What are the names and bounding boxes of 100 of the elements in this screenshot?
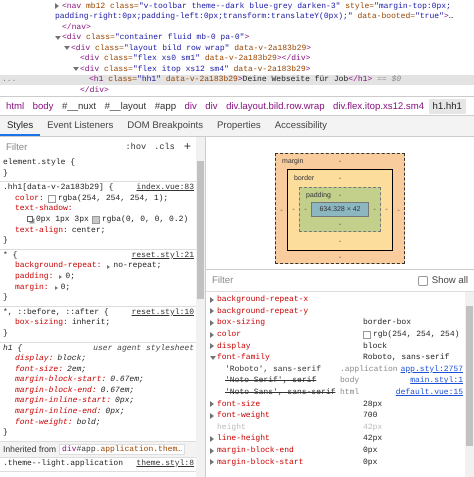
computed-value: 0px (363, 458, 378, 467)
css-value[interactable]: rgba(254, 254, 254, 1); (58, 194, 168, 204)
css-property[interactable]: margin-block-end: (15, 386, 97, 396)
new-rule-button[interactable]: + (178, 140, 196, 154)
css-value[interactable]: inherit; (72, 318, 110, 329)
expand-triangle-icon[interactable] (59, 275, 62, 280)
css-property[interactable]: font-weight: (15, 418, 73, 428)
scrollbar-thumb[interactable] (466, 306, 473, 446)
color-swatch[interactable] (363, 330, 371, 339)
source-link[interactable]: app.styl:2757 (400, 364, 463, 374)
ellipsis-button[interactable]: ... (0, 75, 16, 84)
source-link[interactable]: reset.styl:10 (132, 308, 194, 318)
breadcrumb-item[interactable]: div.layout.bild.row.wrap (222, 98, 329, 114)
dom-row[interactable]: ... <h1 class="hh1" data-v-2a183b29>Deine Webseite für Job</h1> == $0 (0, 74, 474, 85)
inherited-element-link[interactable]: div#app.application.them… (59, 444, 186, 455)
disclosure-triangle-icon[interactable] (210, 356, 216, 360)
source-link[interactable]: reset.styl:21 (132, 250, 194, 262)
color-swatch[interactable] (48, 195, 56, 204)
dom-row[interactable]: <div class="layout bild row wrap" data-v-2a183b29> (0, 43, 474, 54)
css-property[interactable]: margin-inline-start: (15, 396, 112, 408)
css-property[interactable]: text-align: (15, 226, 68, 236)
css-value[interactable]: block; (57, 354, 86, 365)
show-all-checkbox[interactable] (418, 276, 428, 286)
computed-property[interactable]: background-repeat-y (217, 306, 363, 316)
css-value[interactable]: bold; (76, 418, 101, 428)
css-property[interactable]: margin: (15, 282, 49, 294)
breadcrumb-item[interactable]: div.flex.itop.xs12.sm4 (329, 98, 428, 114)
breadcrumb-item[interactable]: h1.hh1 (428, 98, 466, 114)
css-value[interactable]: 0px; (105, 407, 125, 418)
breadcrumb-item[interactable]: html (2, 98, 28, 114)
source-link[interactable]: theme.styl:8 (136, 458, 194, 470)
css-value[interactable]: 0.67em; (100, 386, 134, 396)
computed-property[interactable]: margin-block-end (217, 446, 363, 456)
css-value[interactable]: 0px 1px 3px (36, 214, 89, 226)
dom-row[interactable]: </div> (0, 85, 474, 96)
computed-property[interactable]: line-height (217, 434, 363, 444)
expand-triangle-icon[interactable] (107, 264, 110, 269)
breadcrumb-item[interactable]: #app (150, 98, 180, 114)
computed-value: Roboto, sans-serif (363, 353, 450, 362)
css-value[interactable]: 0; (60, 282, 70, 294)
tab[interactable]: Event Listeners (40, 116, 120, 136)
breadcrumb-item[interactable]: #__layout (100, 98, 150, 114)
css-property[interactable]: text-shadow: (15, 204, 73, 215)
breadcrumb-item[interactable]: #__nuxt (58, 98, 100, 114)
source-link[interactable]: main.styl:1 (410, 376, 463, 386)
disclosure-triangle-icon[interactable] (73, 67, 79, 72)
source-link[interactable]: default.vue:15 (396, 388, 463, 398)
dom-row[interactable]: <div class="container fluid mb-0 pa-0"> (0, 32, 474, 43)
tab[interactable]: Properties (210, 116, 268, 136)
tab[interactable]: Accessibility (268, 116, 334, 136)
css-property[interactable]: display: (15, 354, 54, 365)
hover-state-button[interactable]: :hov (122, 141, 150, 153)
closing-brace: } (3, 428, 9, 439)
breadcrumb-item[interactable]: div (180, 98, 201, 114)
disclosure-triangle-icon[interactable] (55, 36, 61, 40)
computed-property[interactable]: font-family (217, 353, 363, 362)
css-value[interactable]: no-repeat; (113, 261, 162, 272)
scrollbar[interactable] (465, 292, 474, 477)
tab[interactable]: DOM Breakpoints (120, 116, 210, 136)
computed-property[interactable]: display (217, 342, 363, 351)
computed-property[interactable]: box-sizing (217, 318, 363, 328)
css-value[interactable]: center; (72, 226, 106, 236)
breadcrumb-item[interactable]: body (28, 98, 58, 114)
dom-row[interactable]: <nav mb12 class="v-toolbar theme--dark blue-grey darken-3" style="margin-top:0px; (0, 1, 474, 12)
computed-value: 42px (363, 422, 382, 432)
computed-value: 42px (363, 434, 382, 444)
css-value[interactable]: 0.67em; (110, 375, 144, 386)
computed-property[interactable]: margin-block-start (217, 458, 363, 467)
color-swatch[interactable] (92, 216, 100, 224)
scrollbar[interactable] (196, 137, 205, 477)
class-toggle-button[interactable]: .cls (150, 141, 179, 153)
filter-field[interactable]: Filter (206, 275, 418, 286)
disclosure-triangle-icon[interactable] (64, 46, 70, 50)
tab[interactable]: Styles (0, 116, 40, 136)
css-property[interactable]: font-size: (15, 364, 64, 376)
css-property[interactable]: box-sizing: (15, 318, 68, 329)
dom-row[interactable]: </nav> (0, 22, 474, 32)
css-property[interactable]: margin-inline-end: (15, 407, 102, 418)
css-value[interactable]: 0px; (115, 396, 134, 408)
shadow-editor-icon[interactable] (27, 216, 35, 224)
css-property[interactable]: color: (15, 194, 44, 204)
css-value[interactable]: rgba(0, 0, 0, 0.2) (102, 214, 188, 226)
dom-row[interactable]: <div class="flex xs0 sm1" data-v-2a183b29></div> (0, 54, 474, 64)
css-property[interactable]: background-repeat: (15, 261, 102, 272)
css-property[interactable]: margin-block-start: (15, 375, 106, 386)
breadcrumb-item[interactable]: div (201, 98, 222, 114)
filter-field[interactable]: Filter (0, 142, 122, 152)
source-link[interactable]: index.vue:83 (136, 183, 194, 194)
dom-row[interactable]: <div class="flex itop xs12 sm4" data-v-2a183b29> (0, 64, 474, 74)
scrollbar-thumb[interactable] (197, 161, 204, 299)
computed-property[interactable]: font-size (217, 400, 363, 409)
computed-property[interactable]: color (217, 330, 363, 340)
computed-property[interactable]: font-weight (217, 411, 363, 420)
show-all-label[interactable]: Show all (432, 275, 468, 286)
dom-row[interactable]: padding-right:0px;padding-left:0px;transform:translateY(0px);" data-booted="true">… (0, 12, 474, 22)
computed-property[interactable]: background-repeat-x (217, 295, 363, 304)
css-value[interactable]: 2em; (67, 364, 86, 376)
expand-triangle-icon[interactable] (54, 286, 58, 290)
css-value[interactable]: 0; (65, 272, 76, 283)
css-property[interactable]: padding: (15, 272, 54, 283)
